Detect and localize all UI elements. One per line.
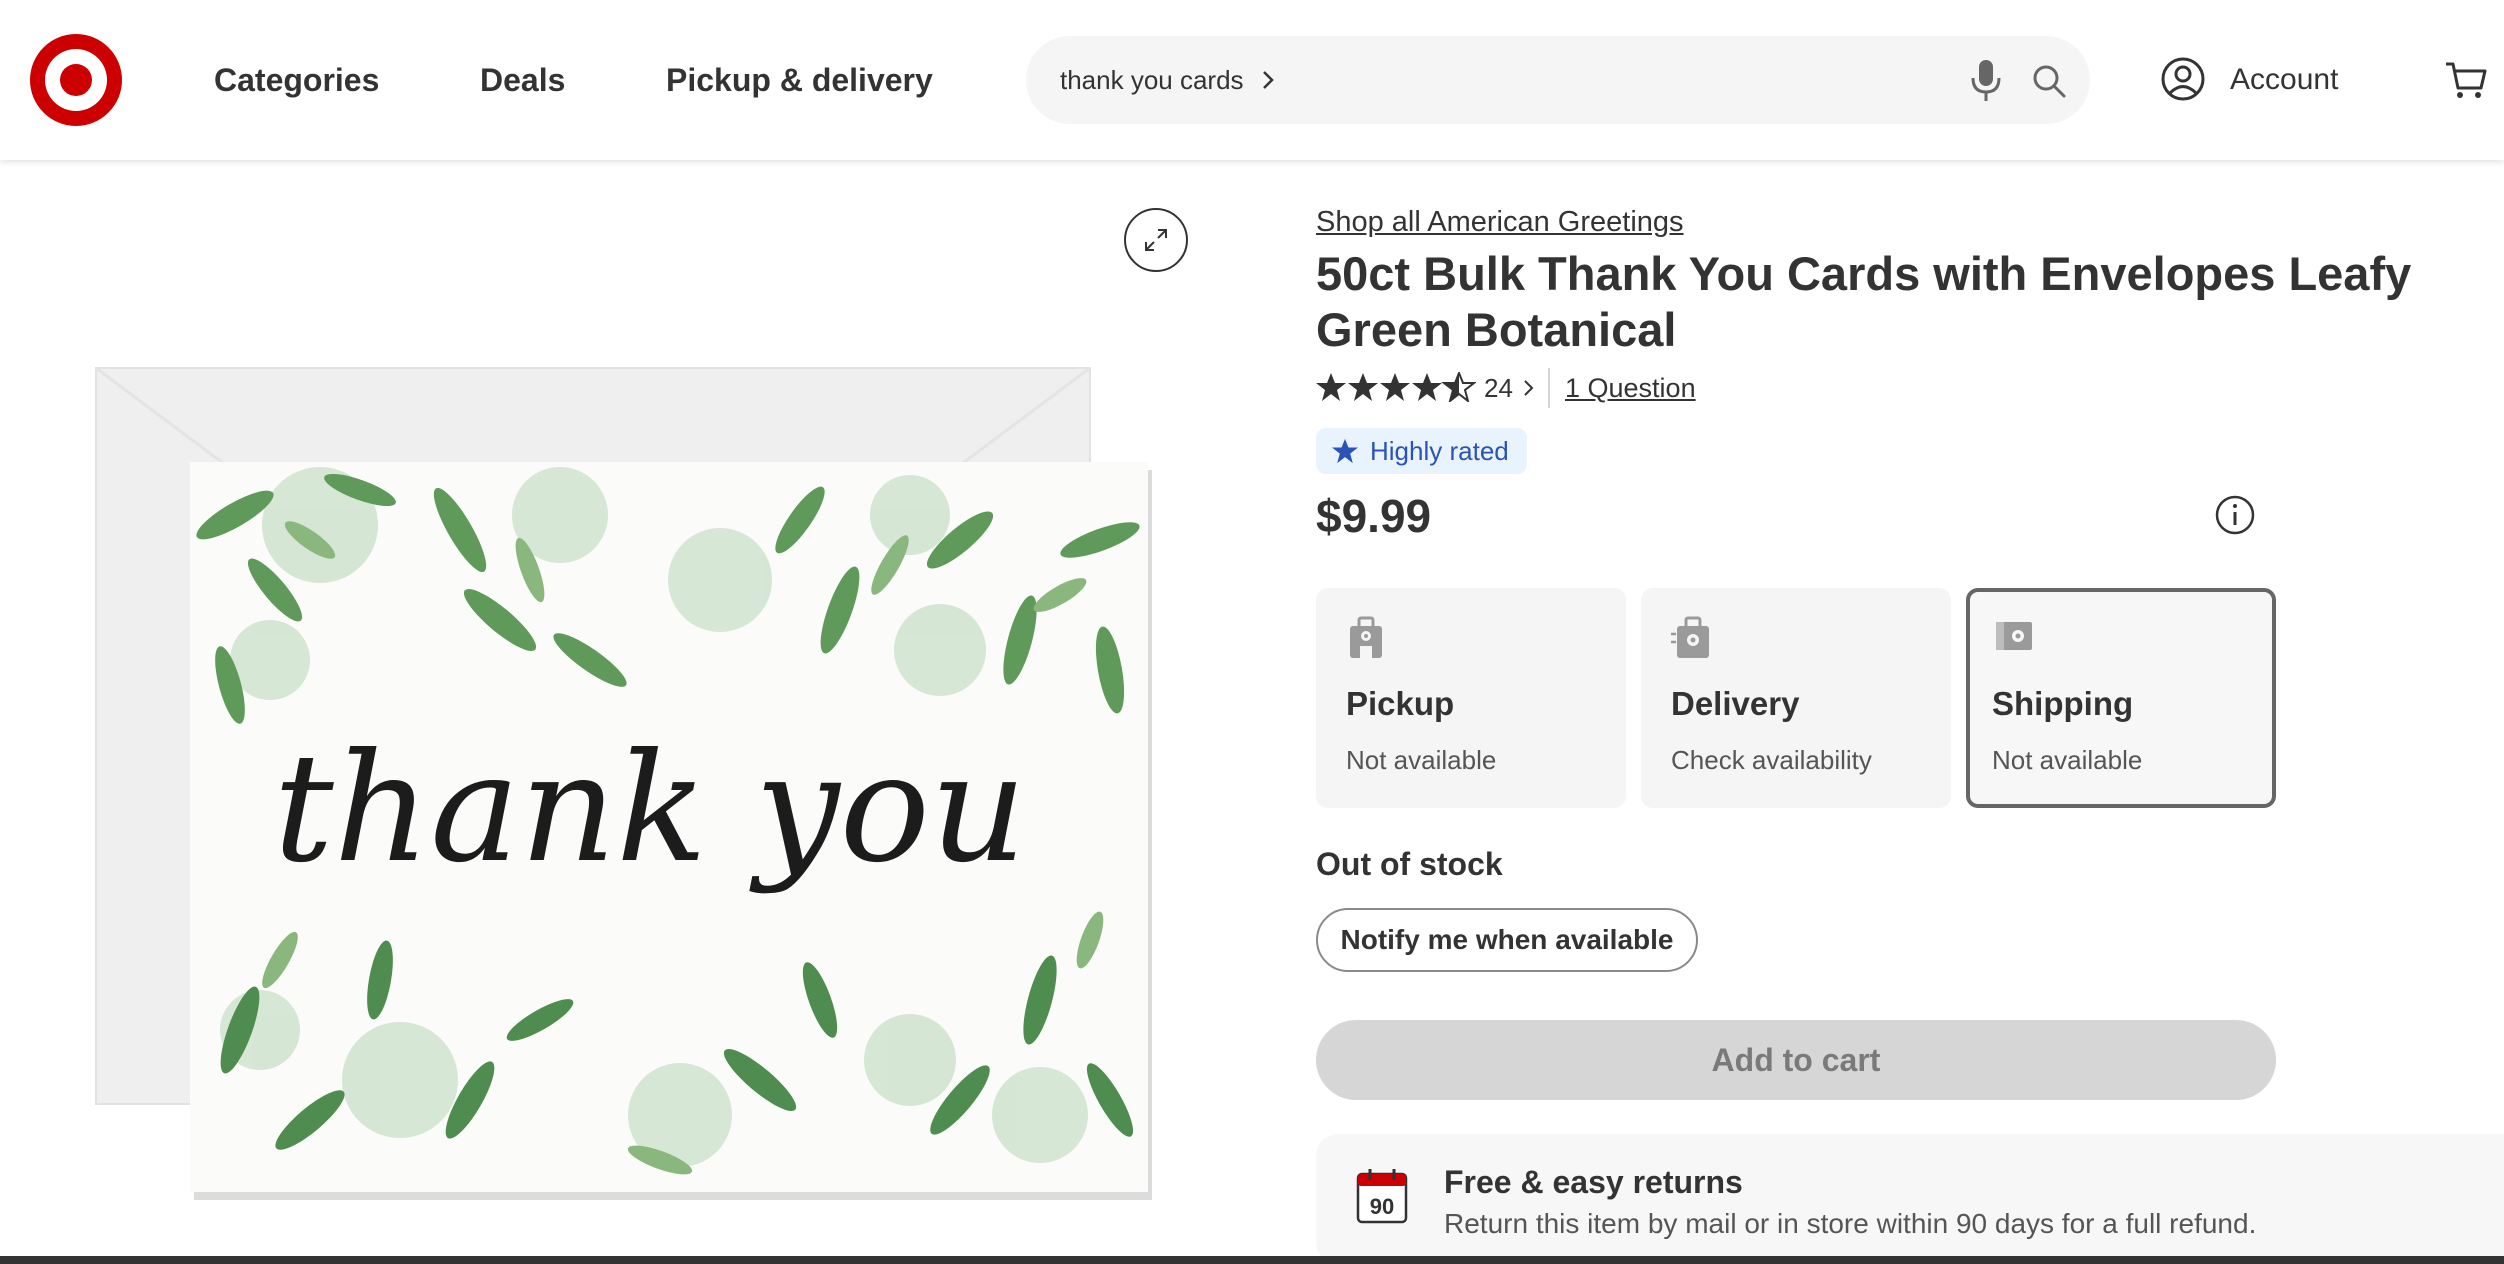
window-bottom-edge xyxy=(0,1256,2504,1264)
fulfillment-option-pickup[interactable]: Pickup Not available xyxy=(1316,588,1626,808)
search-bar[interactable]: thank you cards xyxy=(1026,36,2090,124)
badge-label: Highly rated xyxy=(1370,436,1509,466)
star-icon xyxy=(1332,438,1358,464)
fulfillment-status: Check availability xyxy=(1671,745,1872,775)
nav-deals[interactable]: Deals xyxy=(480,58,565,102)
site-header: Categories Deals Pickup & delivery thank… xyxy=(0,0,2504,160)
add-to-cart-button[interactable]: Add to cart xyxy=(1316,1020,2276,1100)
calendar-icon: 90 xyxy=(1356,1169,1408,1224)
rating-count[interactable]: 24 xyxy=(1484,372,1513,404)
highly-rated-badge: Highly rated xyxy=(1316,428,1527,474)
returns-description: Return this item by mail or in store wit… xyxy=(1444,1208,2257,1239)
notify-me-button[interactable]: Notify me when available xyxy=(1316,908,1698,972)
user-icon xyxy=(2161,57,2205,101)
microphone-icon[interactable] xyxy=(1966,58,2006,104)
fulfillment-option-shipping[interactable]: Shipping Not available xyxy=(1966,588,2276,808)
shop-all-brand-link[interactable]: Shop all American Greetings xyxy=(1316,204,1684,240)
product-image[interactable]: thank you xyxy=(60,340,1180,1220)
shipping-box-icon xyxy=(1996,622,2032,650)
questions-link[interactable]: 1 Question xyxy=(1565,372,1696,404)
chevron-right-icon xyxy=(1524,380,1534,396)
expand-image-button[interactable] xyxy=(1124,208,1188,272)
nav-categories[interactable]: Categories xyxy=(214,58,379,102)
fulfillment-label: Delivery xyxy=(1671,685,1800,722)
delivery-bag-icon xyxy=(1671,616,1709,658)
search-icon[interactable] xyxy=(2030,62,2068,100)
returns-banner: 90 Free & easy returns Return this item … xyxy=(1316,1134,2504,1264)
stock-status: Out of stock xyxy=(1316,846,1503,882)
fulfillment-label: Pickup xyxy=(1346,685,1455,722)
expand-icon xyxy=(1145,229,1167,251)
divider xyxy=(1548,368,1550,408)
chevron-right-icon xyxy=(1263,71,1274,89)
info-icon[interactable] xyxy=(2214,494,2256,536)
target-logo-icon[interactable] xyxy=(30,34,122,126)
store-pickup-icon xyxy=(1350,616,1382,658)
product-price: $9.99 xyxy=(1316,490,1432,542)
fulfillment-label: Shipping xyxy=(1992,685,2134,722)
calendar-number: 90 xyxy=(1370,1194,1394,1219)
fulfillment-status: Not available xyxy=(1992,745,2143,775)
card-script-text: thank you xyxy=(273,722,1026,896)
fulfillment-option-delivery[interactable]: Delivery Check availability xyxy=(1641,588,1951,808)
fulfillment-status: Not available xyxy=(1346,745,1497,775)
search-input[interactable]: thank you cards xyxy=(1060,62,1244,98)
product-title: 50ct Bulk Thank You Cards with Envelopes… xyxy=(1316,247,2412,356)
cart-icon[interactable] xyxy=(2444,58,2488,102)
returns-title: Free & easy returns xyxy=(1444,1164,1743,1200)
star-rating-icon[interactable] xyxy=(1316,372,1476,402)
nav-pickup-delivery[interactable]: Pickup & delivery xyxy=(666,58,933,102)
account-label: Account xyxy=(2230,63,2339,96)
